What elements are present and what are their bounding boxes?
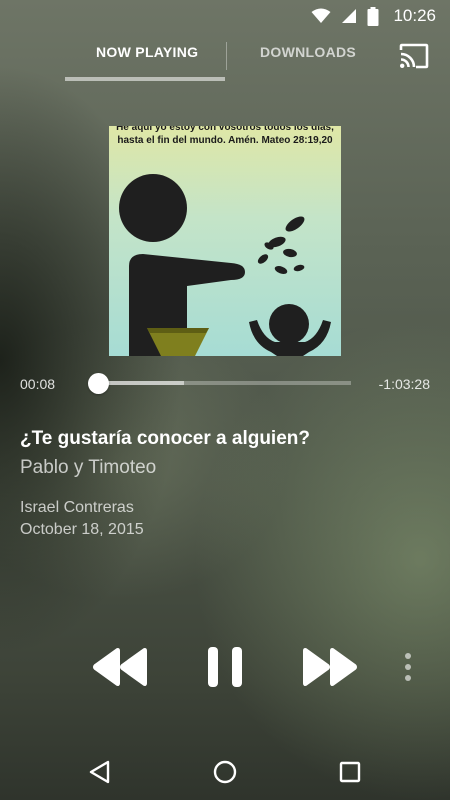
tab-bar: NOW PLAYING DOWNLOADS (0, 32, 450, 84)
back-icon (89, 760, 110, 784)
track-series: Pablo y Timoteo (20, 457, 157, 478)
player-screen: 10:26 NOW PLAYING DOWNLOADS He aquí yo e… (0, 0, 450, 800)
tab-downloads[interactable]: DOWNLOADS (260, 44, 356, 60)
seek-bar-buffered (98, 381, 184, 385)
nav-recents-button[interactable] (336, 758, 364, 786)
time-remaining: -1:03:28 (378, 376, 430, 392)
battery-icon (367, 6, 379, 26)
rewind-icon (93, 648, 147, 686)
status-time: 10:26 (393, 6, 436, 25)
home-icon (213, 760, 237, 784)
seek-bar[interactable] (98, 381, 351, 385)
time-elapsed: 00:08 (20, 376, 56, 392)
fast-forward-button[interactable] (302, 646, 358, 688)
system-nav-bar (0, 744, 450, 800)
more-vert-icon (405, 653, 411, 681)
cast-icon (399, 43, 429, 69)
recents-icon (339, 761, 361, 783)
pause-icon (208, 647, 242, 687)
album-art: He aquí yo estoy con vosotros todos los … (109, 126, 341, 356)
cast-button[interactable] (398, 43, 430, 69)
pause-button[interactable] (206, 646, 244, 688)
wifi-icon (311, 8, 331, 23)
signal-icon (342, 9, 357, 23)
fast-forward-icon (303, 648, 357, 686)
tab-divider (226, 42, 227, 70)
nav-home-button[interactable] (211, 758, 239, 786)
rewind-button[interactable] (92, 646, 148, 688)
tab-active-indicator (65, 77, 225, 81)
status-bar: 10:26 (0, 0, 450, 32)
track-title: ¿Te gustaría conocer a alguien? (20, 428, 310, 449)
nav-back-button[interactable] (86, 758, 114, 786)
track-date: October 18, 2015 (20, 521, 144, 538)
seek-thumb[interactable] (88, 373, 109, 394)
album-art-illustration (119, 174, 331, 356)
more-options-button[interactable] (401, 652, 415, 682)
tab-now-playing[interactable]: NOW PLAYING (96, 44, 198, 60)
track-speaker: Israel Contreras (20, 499, 134, 516)
